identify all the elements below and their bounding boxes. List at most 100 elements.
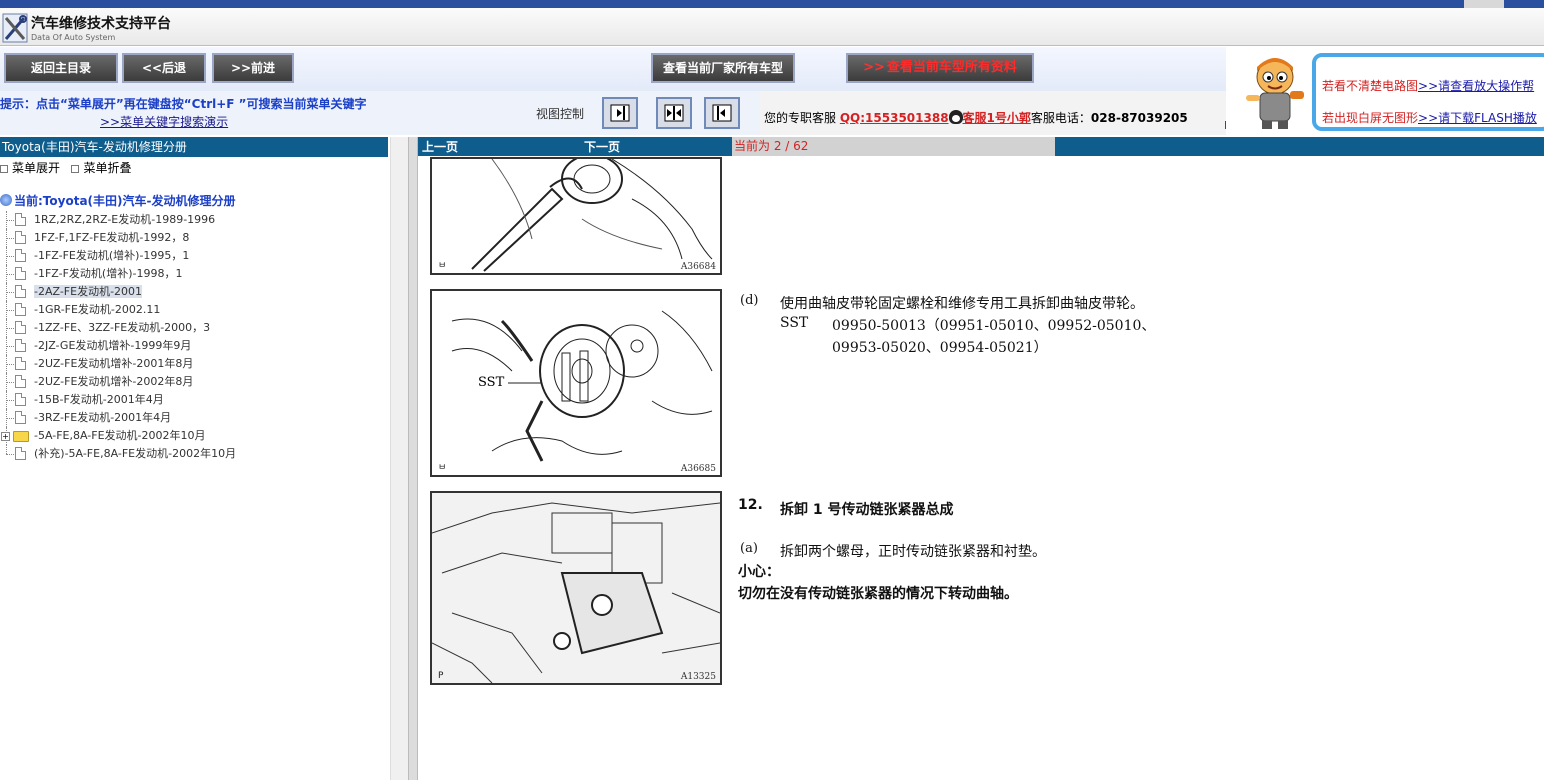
qq-penguin-icon: [948, 110, 963, 124]
agent-link[interactable]: 客服1号小郭: [963, 111, 1031, 125]
page-indicator: 当前为 2 / 62: [732, 137, 1055, 156]
tree-item-label: -3RZ-FE发动机-2001年4月: [34, 411, 172, 424]
step-a-text: 拆卸两个螺母，正时传动链张紧器和衬垫。: [780, 544, 1046, 560]
arrow-left-icon: [712, 104, 732, 122]
pane-splitter[interactable]: [408, 137, 418, 780]
split-arrows-icon: [664, 104, 684, 122]
banner-line-1: 若看不清楚电路图>>请查看放大操作帮: [1322, 77, 1534, 94]
step-a-label: (a): [740, 541, 758, 556]
menu-tree: 当前:Toyota(丰田)汽车-发动机修理分册 1RZ,2RZ,2RZ-E发动机…: [0, 191, 388, 463]
document-icon: [15, 357, 26, 370]
service-info: 您的专职客服 QQ:1553501388 客服1号小郭客服电话：028-87039…: [760, 91, 1240, 135]
view-expand-right-button[interactable]: [602, 97, 638, 129]
qq-link[interactable]: QQ:1553501388: [840, 111, 949, 125]
arrow-right-icon: [610, 104, 630, 122]
help-banner: 若看不清楚电路图>>请查看放大操作帮 若出现白屏无图形>>请下载FLASH播放: [1226, 47, 1544, 135]
menu-collapse-label: 菜单折叠: [83, 161, 132, 175]
sidebar-controls: 菜单展开 菜单折叠: [0, 159, 131, 176]
view-split-button[interactable]: [656, 97, 692, 129]
tree-item[interactable]: -2UZ-FE发动机增补-2002年8月: [0, 373, 388, 391]
tree-item-label: 1RZ,2RZ,2RZ-E发动机-1989-1996: [34, 213, 216, 226]
sst-label: SST: [780, 315, 809, 331]
step-12-number: 12.: [738, 497, 763, 513]
globe-icon: [0, 194, 12, 206]
tree-current-label: 当前:Toyota(丰田)汽车-发动机修理分册: [14, 194, 236, 208]
document-icon: [15, 447, 26, 460]
tip-text: 提示：点击“菜单展开”再在键盘按“Ctrl+F ”可搜索当前菜单关键字: [0, 97, 367, 111]
tree-item-label: -2JZ-GE发动机增补-1999年9月: [34, 339, 192, 352]
document-icon: [15, 267, 26, 280]
search-demo-link[interactable]: >>菜单关键字搜索演示: [100, 113, 228, 130]
banner-line-2: 若出现白屏无图形>>请下载FLASH播放: [1322, 109, 1537, 126]
expand-plus-icon[interactable]: +: [1, 432, 10, 441]
tree-item-label: -1GR-FE发动机-2002.11: [34, 303, 161, 316]
tree-item[interactable]: (补充)-5A-FE,8A-FE发动机-2002年10月: [0, 445, 388, 463]
tree-folder[interactable]: + -5A-FE,8A-FE发动机-2002年10月: [0, 427, 388, 445]
all-data-label: 查看当前车型所有资料: [886, 60, 1017, 75]
sidebar-scrollbar[interactable]: [390, 137, 408, 780]
titlebar-strip: [1464, 0, 1504, 8]
tree-item[interactable]: -1FZ-F发动机(增补)-1998，1: [0, 265, 388, 283]
tree-item[interactable]: -1FZ-FE发动机(增补)-1995，1: [0, 247, 388, 265]
document-icon: [15, 339, 26, 352]
tree-item[interactable]: -15B-F发动机-2001年4月: [0, 391, 388, 409]
zoom-help-link[interactable]: >>请查看放大操作帮: [1418, 79, 1534, 93]
menu-collapse-button[interactable]: 菜单折叠: [71, 161, 131, 175]
caution-text: 切勿在没有传动链张紧器的情况下转动曲轴。: [738, 586, 1018, 602]
menu-expand-label: 菜单展开: [12, 161, 61, 175]
tree-item-label: 1FZ-F,1FZ-FE发动机-1992，8: [34, 231, 190, 244]
flash-download-link[interactable]: >>请下载FLASH播放: [1418, 111, 1537, 125]
prev-page-link[interactable]: 上一页: [422, 138, 458, 155]
document-icon: [15, 321, 26, 334]
manual-page: ㅂ A36684 SST ㅂ A36685 P A13325 (d) 使用曲轴皮…: [418, 157, 1218, 687]
tree-item[interactable]: -2JZ-GE发动机增补-1999年9月: [0, 337, 388, 355]
tip-bar: 提示：点击“菜单展开”再在键盘按“Ctrl+F ”可搜索当前菜单关键字 >>菜单…: [0, 91, 760, 135]
tree-item[interactable]: -2UZ-FE发动机增补-2001年8月: [0, 355, 388, 373]
service-prefix: 您的专职客服: [764, 111, 837, 125]
caution-label: 小心：: [738, 564, 780, 580]
tree-item-label: -2UZ-FE发动机增补-2002年8月: [34, 375, 194, 388]
view-expand-left-button[interactable]: [704, 97, 740, 129]
tree-item-label: -15B-F发动机-2001年4月: [34, 393, 164, 406]
tree-item[interactable]: -1GR-FE发动机-2002.11: [0, 301, 388, 319]
tree-item[interactable]: -3RZ-FE发动机-2001年4月: [0, 409, 388, 427]
tree-item-selected[interactable]: -2AZ-FE发动机-2001: [0, 283, 388, 301]
figure-1-id: A36684: [680, 262, 716, 272]
sst-line-1: 09950-50013（09951-05010、09952-05010、: [832, 318, 1156, 334]
figure-2-label: SST: [478, 375, 505, 390]
main-toolbar: 返回主目录 <<后退 >>前进 查看当前厂家所有车型 >> 查看当前车型所有资料: [0, 47, 1226, 91]
tree-item[interactable]: -1ZZ-FE、3ZZ-FE发动机-2000，3: [0, 319, 388, 337]
figure-3-mark: P: [438, 671, 444, 681]
sidebar: Toyota(丰田)汽车-发动机修理分册 菜单展开 菜单折叠 当前:Toyota…: [0, 137, 390, 780]
tree-item-label: (补充)-5A-FE,8A-FE发动机-2002年10月: [34, 447, 237, 460]
phone-label: 客服电话：: [1030, 111, 1091, 125]
back-button[interactable]: <<后退: [122, 53, 206, 83]
mechanic-mascot-icon: [1246, 58, 1304, 129]
phone-number: 028-87039205: [1090, 111, 1188, 125]
document-icon: [15, 393, 26, 406]
menu-expand-button[interactable]: 菜单展开: [0, 161, 60, 175]
home-button[interactable]: 返回主目录: [4, 53, 118, 83]
figure-2-id: A36685: [680, 464, 716, 474]
app-title: 汽车维修技术支持平台: [31, 16, 171, 32]
document-icon: [15, 303, 26, 316]
document-icon: [15, 213, 26, 226]
forward-button[interactable]: >>前进: [212, 53, 294, 83]
maker-models-button[interactable]: 查看当前厂家所有车型: [651, 53, 795, 83]
tree-current[interactable]: 当前:Toyota(丰田)汽车-发动机修理分册: [0, 191, 388, 211]
collapse-icon: [71, 164, 80, 173]
sst-line-2: 09953-05020、09954-05021）: [832, 340, 1048, 356]
all-data-button[interactable]: >> 查看当前车型所有资料: [846, 53, 1034, 83]
folder-icon: [13, 431, 29, 442]
tree-item[interactable]: 1FZ-F,1FZ-FE发动机-1992，8: [0, 229, 388, 247]
sst-pulley-illustration: [451, 310, 713, 462]
tree-item-label: -1FZ-F发动机(增补)-1998，1: [34, 267, 183, 280]
step-12-title: 拆卸 1 号传动链张紧器总成: [780, 502, 954, 518]
banner-line-2-text: 若出现白屏无图形: [1322, 111, 1419, 125]
tree-item-label: -2AZ-FE发动机-2001: [34, 285, 143, 298]
tree-item-label: -5A-FE,8A-FE发动机-2002年10月: [34, 429, 206, 442]
tree-item[interactable]: 1RZ,2RZ,2RZ-E发动机-1989-1996: [0, 211, 388, 229]
document-icon: [15, 285, 26, 298]
app-subtitle: Data Of Auto System: [31, 33, 116, 42]
next-page-link[interactable]: 下一页: [584, 138, 620, 155]
